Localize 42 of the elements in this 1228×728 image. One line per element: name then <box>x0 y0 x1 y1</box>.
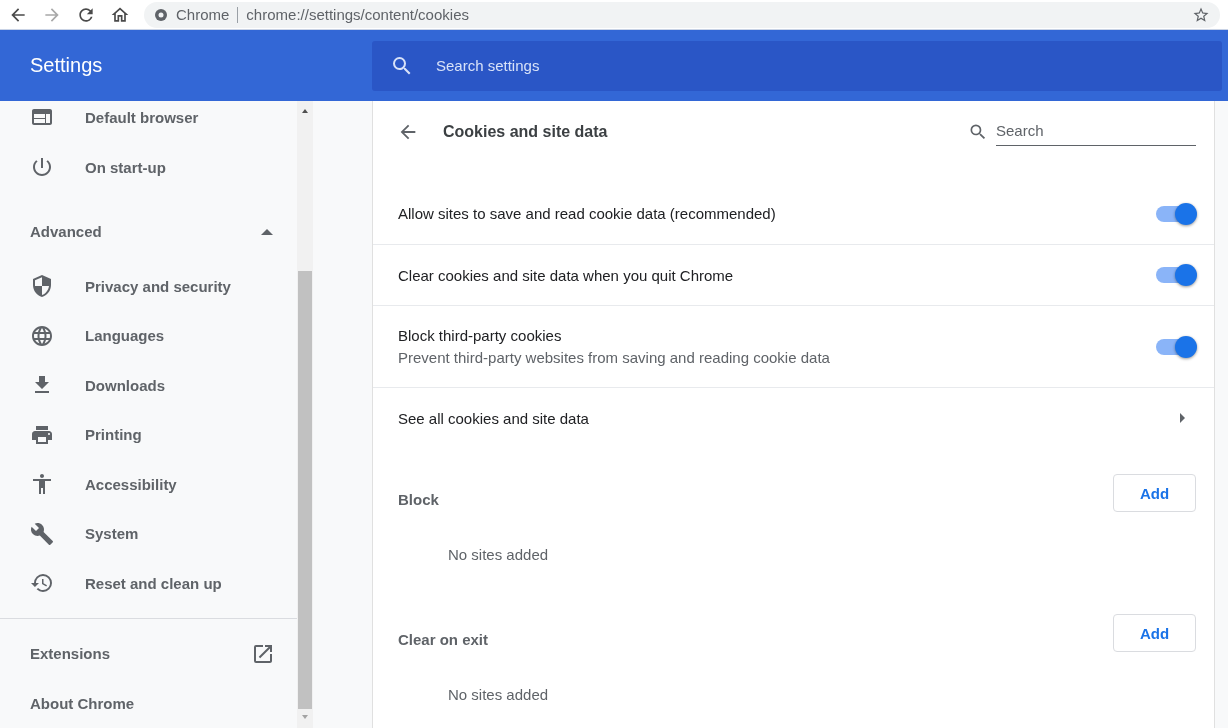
sidebar-item[interactable]: On start-up <box>0 142 297 192</box>
add-button[interactable]: Add <box>1113 614 1196 652</box>
sidebar-item[interactable]: Privacy and security <box>0 261 297 311</box>
page-title: Cookies and site data <box>443 123 609 141</box>
url-text: chrome://settings/content/cookies <box>246 6 470 23</box>
site-info-icon <box>154 7 168 22</box>
empty-list-text: No sites added <box>447 544 550 565</box>
sidebar-item[interactable]: Default browser <box>0 101 297 142</box>
sidebar-item[interactable]: Accessibility <box>0 459 297 509</box>
add-button[interactable]: Add <box>1113 474 1196 512</box>
toggle-switch[interactable] <box>1156 267 1196 283</box>
setting-label: Block third-party cookies <box>398 327 563 344</box>
empty-list-text: No sites added <box>447 684 550 705</box>
setting-label: Clear cookies and site data when you quit Chrome <box>398 266 735 284</box>
section-title: Block <box>398 491 439 510</box>
caret-right-icon <box>1178 412 1186 424</box>
setting-label: Allow sites to save and read cookie data (recommended) <box>398 205 777 222</box>
address-bar[interactable]: Chrome chrome://settings/content/cookies <box>144 1 1220 28</box>
sidebar-item[interactable]: Extensions <box>0 629 297 679</box>
sidebar-item[interactable]: System <box>0 509 297 559</box>
globe-icon <box>30 323 54 348</box>
shield-icon <box>30 274 54 299</box>
setting-link[interactable]: See all cookies and site data <box>398 409 1178 427</box>
app-title: Settings <box>29 54 104 77</box>
section-title: Clear on exit <box>398 631 489 650</box>
search-bar[interactable]: Search settings <box>372 40 1222 91</box>
search-field[interactable]: Search settings <box>434 56 1222 75</box>
setting-description: Prevent third-party websites from saving and reading cookie data <box>398 349 831 366</box>
toggle-switch[interactable] <box>1156 338 1196 355</box>
scrollbar[interactable] <box>297 101 313 728</box>
sidebar-item[interactable]: About Chrome <box>0 678 297 728</box>
power-icon <box>30 155 54 179</box>
person-icon <box>30 472 54 497</box>
site-label: Chrome <box>176 6 230 23</box>
sidebar-item[interactable]: Reset and clean up <box>0 558 297 608</box>
advanced-section-toggle[interactable]: Advanced <box>0 192 297 262</box>
sidebar-item[interactable]: Languages <box>0 310 297 361</box>
sidebar-item[interactable]: Printing <box>0 409 297 460</box>
wrench-icon <box>30 521 54 546</box>
search-icon <box>968 122 988 142</box>
toggle-switch[interactable] <box>1156 205 1196 222</box>
sidebar-item[interactable]: Downloads <box>0 360 297 410</box>
